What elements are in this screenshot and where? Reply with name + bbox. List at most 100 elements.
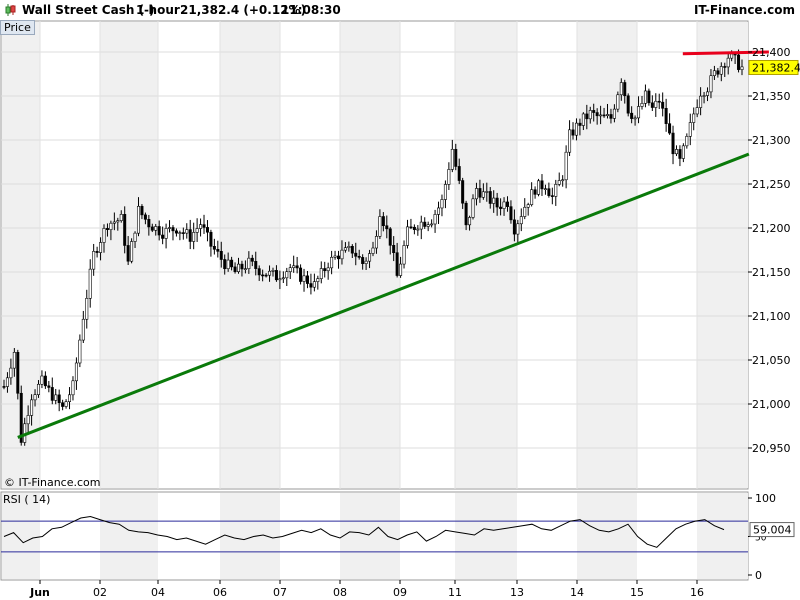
candle-body bbox=[505, 201, 509, 207]
candle-body bbox=[350, 246, 354, 254]
price-tick-label: 20,950 bbox=[752, 442, 791, 455]
candle-body bbox=[516, 223, 520, 235]
candle-body bbox=[357, 255, 361, 258]
price-tick-label: 21,350 bbox=[752, 90, 791, 103]
price-tick-label: 21,050 bbox=[752, 354, 791, 367]
candle-body bbox=[609, 114, 613, 119]
candle-body bbox=[719, 66, 723, 75]
candle-body bbox=[112, 221, 116, 224]
candle-body bbox=[730, 53, 734, 59]
candle-body bbox=[419, 221, 423, 230]
candle-body bbox=[168, 227, 172, 229]
candle-body bbox=[537, 180, 541, 195]
candle-body bbox=[561, 179, 565, 182]
rsi-day-band bbox=[455, 493, 517, 579]
rsi-value-badge: 59.004 bbox=[749, 522, 795, 538]
candle-body bbox=[392, 245, 396, 254]
candle-body bbox=[216, 249, 220, 252]
candle-body bbox=[340, 249, 344, 260]
candle-body bbox=[485, 191, 489, 193]
candle-body bbox=[154, 226, 158, 231]
candle-body bbox=[640, 103, 644, 107]
candle-body bbox=[454, 148, 458, 167]
timeframe-label[interactable]: 1 hour bbox=[136, 3, 180, 17]
candle-body bbox=[192, 232, 196, 242]
candle-body bbox=[36, 383, 40, 395]
day-band bbox=[220, 22, 280, 488]
candle-body bbox=[416, 228, 420, 231]
candle-body bbox=[71, 380, 75, 396]
candle-body bbox=[540, 180, 544, 190]
candle-body bbox=[740, 66, 744, 70]
candle-body bbox=[305, 275, 309, 284]
time-tick-label: Jun bbox=[29, 586, 50, 599]
candle-body bbox=[230, 259, 234, 268]
time-tick-label: 16 bbox=[690, 586, 704, 599]
rsi-day-band bbox=[340, 493, 400, 579]
candle-body bbox=[657, 100, 661, 103]
candle-body bbox=[426, 224, 430, 227]
candle-body bbox=[243, 268, 247, 270]
candle-body bbox=[285, 271, 289, 279]
price-tick-label: 21,000 bbox=[752, 398, 791, 411]
candle-body bbox=[650, 102, 654, 108]
candle-body bbox=[471, 198, 475, 218]
candle-body bbox=[54, 394, 58, 401]
candle-body bbox=[737, 54, 741, 70]
candle-body bbox=[195, 228, 199, 233]
candle-body bbox=[385, 225, 389, 230]
candle-body bbox=[33, 394, 37, 401]
candle-body bbox=[319, 268, 323, 279]
candle-body bbox=[512, 219, 516, 235]
candle-body bbox=[102, 228, 106, 243]
candle-body bbox=[361, 257, 365, 264]
candle-body bbox=[12, 351, 16, 369]
candle-body bbox=[499, 206, 503, 209]
candle-body bbox=[309, 283, 313, 288]
candle-body bbox=[347, 246, 351, 249]
candle-body bbox=[16, 351, 20, 394]
candle-body bbox=[202, 224, 206, 228]
candle-body bbox=[278, 278, 282, 281]
current-price-label: 21,382.4 bbox=[752, 61, 800, 74]
candle-body bbox=[502, 201, 506, 209]
candle-body bbox=[674, 149, 678, 155]
candle-body bbox=[430, 223, 434, 226]
candle-body bbox=[299, 267, 303, 282]
candle-body bbox=[723, 66, 727, 68]
candle-body bbox=[199, 224, 203, 229]
candle-body bbox=[633, 117, 637, 120]
candle-body bbox=[461, 180, 465, 204]
candle-body bbox=[564, 151, 568, 181]
time-tick-label: 11 bbox=[448, 586, 462, 599]
candle-body bbox=[2, 386, 6, 388]
candle-body bbox=[671, 132, 675, 155]
candle-body bbox=[337, 255, 341, 260]
candle-body bbox=[281, 277, 285, 280]
candle-body bbox=[157, 226, 161, 236]
candle-body bbox=[574, 122, 578, 136]
candle-body bbox=[623, 82, 627, 97]
candle-body bbox=[661, 101, 665, 109]
candle-body bbox=[581, 113, 585, 126]
candle-body bbox=[437, 207, 441, 215]
time-tick-label: 15 bbox=[630, 586, 644, 599]
time-label: 11:08:30 bbox=[281, 3, 341, 17]
candle-body bbox=[261, 274, 265, 277]
candle-body bbox=[637, 106, 641, 119]
candle-body bbox=[595, 112, 599, 117]
candle-body bbox=[181, 232, 185, 234]
candle-body bbox=[316, 278, 320, 282]
candle-body bbox=[254, 261, 258, 269]
candle-body bbox=[126, 245, 130, 262]
candle-body bbox=[274, 270, 278, 281]
time-tick-label: 06 bbox=[213, 586, 227, 599]
candle-body bbox=[612, 108, 616, 119]
candle-body bbox=[119, 214, 123, 221]
candle-body bbox=[30, 399, 34, 416]
candle-body bbox=[268, 270, 272, 276]
candle-body bbox=[99, 242, 103, 253]
candle-body bbox=[9, 367, 13, 379]
candle-body bbox=[333, 255, 337, 258]
candle-body bbox=[405, 226, 409, 246]
